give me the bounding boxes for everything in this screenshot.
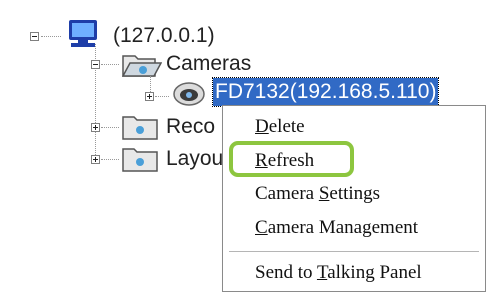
camera-icon bbox=[173, 82, 205, 106]
tree-node-layouts[interactable]: Layou bbox=[166, 144, 223, 174]
menu-item-delete[interactable]: Delete bbox=[255, 116, 305, 138]
tree-node-recordings[interactable]: Reco bbox=[166, 112, 215, 142]
open-folder-icon bbox=[122, 55, 162, 77]
camera-expand-toggle[interactable] bbox=[145, 92, 154, 101]
recordings-label: Reco bbox=[166, 115, 216, 138]
root-collapse-toggle[interactable] bbox=[30, 32, 39, 41]
folder-icon bbox=[122, 148, 158, 172]
menu-item-camera-management[interactable]: Camera Management bbox=[255, 217, 418, 239]
cameras-label: Cameras bbox=[166, 52, 252, 75]
tree-node-root[interactable]: (127.0.0.1) bbox=[113, 21, 215, 51]
menu-item-camera-settings[interactable]: Camera Settings bbox=[255, 183, 380, 205]
computer-icon bbox=[69, 20, 97, 47]
tree-node-cameras[interactable]: Cameras bbox=[166, 49, 251, 79]
recordings-expand-toggle[interactable] bbox=[91, 123, 100, 132]
context-menu: Delete Refresh Camera Settings Camera Ma… bbox=[222, 105, 486, 292]
menu-separator bbox=[229, 251, 479, 252]
refresh-highlight-ring bbox=[229, 141, 354, 177]
layouts-expand-toggle[interactable] bbox=[91, 155, 100, 164]
root-label: (127.0.0.1) bbox=[113, 24, 215, 47]
layouts-label: Layou bbox=[166, 147, 224, 170]
menu-item-send-to-talking-panel[interactable]: Send to Talking Panel bbox=[255, 262, 422, 284]
cameras-collapse-toggle[interactable] bbox=[91, 60, 100, 69]
folder-icon bbox=[122, 116, 158, 140]
camera-selected-label[interactable]: FD7132(192.168.5.110) bbox=[211, 77, 440, 107]
